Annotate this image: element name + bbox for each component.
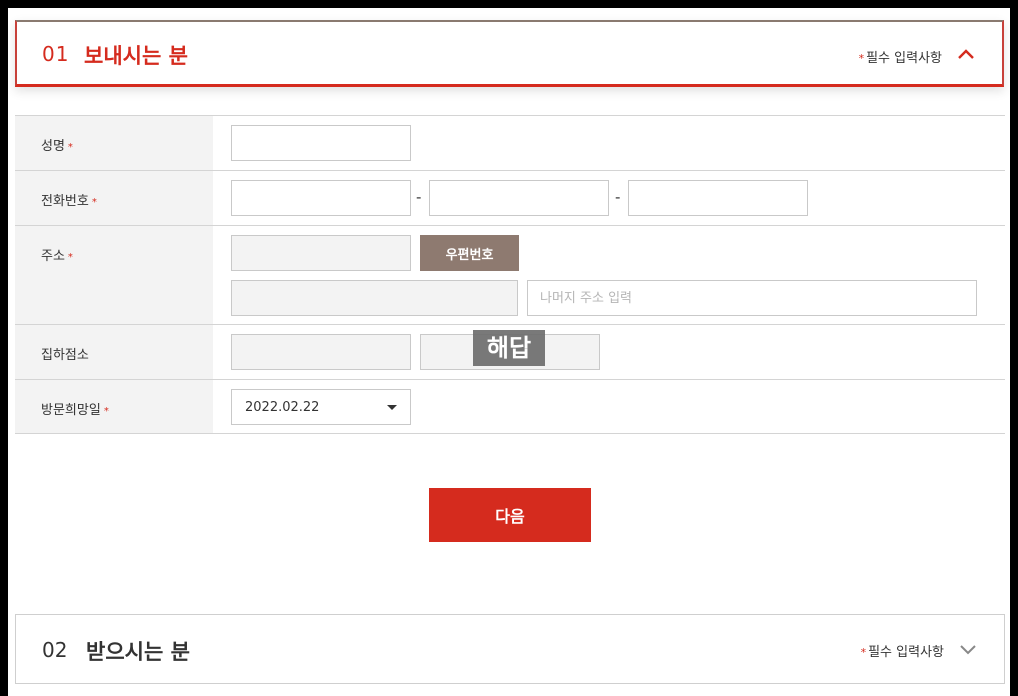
name-label-text: 성명 (41, 139, 65, 154)
required-star: * (858, 52, 865, 65)
zipcode-search-button[interactable]: 우편번호 (420, 235, 519, 271)
receiver-section-header[interactable]: 02 받으시는 분 * 필수 입력사항 (15, 614, 1005, 684)
address-row: 주소 * 우편번호 (15, 225, 1005, 324)
caret-down-icon (387, 405, 397, 410)
required-note: * 필수 입력사항 (861, 641, 944, 660)
phone-part3-input[interactable] (628, 180, 808, 216)
visit-date-label-text: 방문희망일 (41, 403, 101, 418)
section-title: 보내시는 분 (84, 44, 188, 68)
required-star: * (91, 197, 97, 208)
required-star: * (67, 142, 73, 153)
chevron-up-icon[interactable] (956, 44, 976, 64)
address1-input (231, 280, 518, 316)
visit-date-label: 방문희망일 * (15, 380, 213, 433)
required-star: * (860, 646, 867, 659)
visit-date-select[interactable]: 2022.02.22 (231, 389, 411, 425)
next-button[interactable]: 다음 (429, 488, 591, 542)
phone-part2-input[interactable] (429, 180, 609, 216)
name-label: 성명 * (15, 116, 213, 170)
required-star: * (67, 252, 73, 263)
phone-separator: - (416, 188, 422, 206)
phone-label-text: 전화번호 (41, 194, 89, 209)
name-input[interactable] (231, 125, 411, 161)
address-label: 주소 * (15, 226, 213, 324)
required-star: * (103, 406, 109, 417)
sender-section-header[interactable]: 01 보내시는 분 * 필수 입력사항 (15, 20, 1004, 87)
section-number: 01 (42, 42, 70, 66)
watermark: 해답 (473, 330, 545, 366)
phone-part1-input[interactable] (231, 180, 411, 216)
pickup-office-label: 집하점소 (15, 325, 213, 379)
required-note-text: 필수 입력사항 (868, 645, 944, 660)
phone-row: 전화번호 * - - (15, 170, 1005, 225)
section-title: 받으시는 분 (86, 640, 190, 664)
visit-date-row: 방문희망일 * 2022.02.22 (15, 379, 1005, 434)
required-note-text: 필수 입력사항 (866, 51, 942, 66)
sender-form-frame: 01 보내시는 분 * 필수 입력사항 성명 * 전화번호 * - - 주소 * 우편번… (8, 8, 1010, 696)
section-number: 02 (42, 638, 68, 662)
chevron-down-icon[interactable] (958, 639, 978, 659)
pickup-office-code-input (231, 334, 411, 370)
name-row: 성명 * (15, 115, 1005, 170)
required-note: * 필수 입력사항 (859, 47, 942, 66)
address-label-text: 주소 (41, 249, 65, 264)
phone-separator: - (615, 188, 621, 206)
address-detail-input[interactable] (527, 280, 977, 316)
visit-date-value: 2022.02.22 (245, 400, 320, 415)
zipcode-input (231, 235, 411, 271)
phone-label: 전화번호 * (15, 171, 213, 225)
